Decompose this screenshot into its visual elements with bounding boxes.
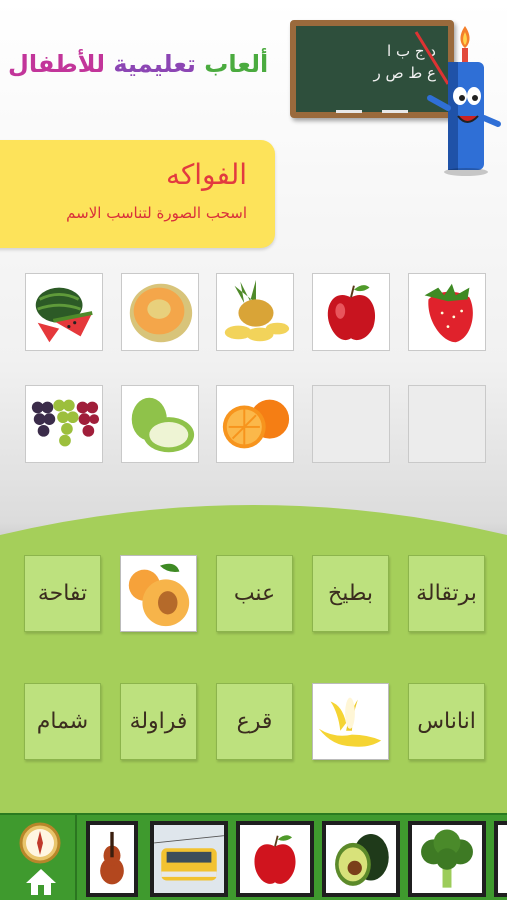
orange-icon [222, 399, 290, 449]
carousel-item-apple[interactable] [236, 821, 314, 897]
word-tile[interactable]: شمام [24, 683, 101, 760]
apricot-picture-tile[interactable] [120, 555, 197, 632]
apple-icon [327, 285, 376, 341]
train-icon [154, 825, 224, 893]
home-button[interactable] [0, 815, 77, 900]
slot-orange[interactable] [216, 385, 294, 463]
melon-icon [129, 283, 193, 343]
word-tile[interactable]: بطيخ [312, 555, 389, 632]
category-carousel [0, 813, 507, 900]
slot-grapes[interactable] [25, 385, 103, 463]
word-tile[interactable]: قرع [216, 683, 293, 760]
word-tile[interactable]: تفاحة [24, 555, 101, 632]
slot-strawberry[interactable] [408, 273, 486, 351]
avocado-icon [335, 833, 389, 886]
compass-icon [19, 822, 61, 864]
slot-melon[interactable] [121, 273, 199, 351]
empty-drop-slot[interactable] [408, 385, 486, 463]
chalk-stroke [382, 110, 408, 113]
pineapple-icon [224, 279, 290, 342]
strawberry-icon [424, 283, 473, 343]
slot-pineapple[interactable] [216, 273, 294, 351]
carousel-item-broccoli[interactable] [408, 821, 486, 897]
grapes-icon [31, 399, 100, 447]
tile-area-background [0, 505, 507, 815]
carousel-item-violin[interactable] [86, 821, 138, 897]
banana-icon [318, 697, 382, 747]
violin-icon [100, 831, 124, 885]
header: ألعاب تعليمية للأطفال د ج ب ا ع ط ص ر [0, 0, 507, 176]
slot-watermelon[interactable] [25, 273, 103, 351]
chalk-stroke [336, 110, 362, 113]
banana-picture-tile[interactable] [312, 683, 389, 760]
slot-apple[interactable] [312, 273, 390, 351]
guava-icon [131, 397, 195, 453]
word-tile[interactable]: برتقالة [408, 555, 485, 632]
crayon-mascot-icon [427, 26, 501, 176]
title-word-2: تعليمية [113, 50, 196, 78]
broccoli-icon [421, 829, 473, 888]
word-tile[interactable]: اناناس [408, 683, 485, 760]
carousel-item-train[interactable] [150, 821, 228, 897]
apple-icon [254, 835, 296, 884]
carousel-item-avocado[interactable] [322, 821, 400, 897]
app-title: ألعاب تعليمية للأطفال [8, 50, 268, 78]
word-tile[interactable]: عنب [216, 555, 293, 632]
carousel-item-partial[interactable] [494, 821, 507, 897]
watermelon-icon [35, 287, 93, 343]
word-tile[interactable]: فراولة [120, 683, 197, 760]
category-card: الفواكه اسحب الصورة لتناسب الاسم [0, 140, 275, 248]
empty-drop-slot[interactable] [312, 385, 390, 463]
category-instruction: اسحب الصورة لتناسب الاسم [66, 204, 247, 222]
title-word-3: للأطفال [8, 50, 105, 78]
apricot-icon [128, 563, 190, 627]
category-title: الفواكه [165, 158, 247, 191]
slot-guava[interactable] [121, 385, 199, 463]
home-icon [26, 869, 56, 895]
title-word-1: ألعاب [204, 50, 269, 78]
